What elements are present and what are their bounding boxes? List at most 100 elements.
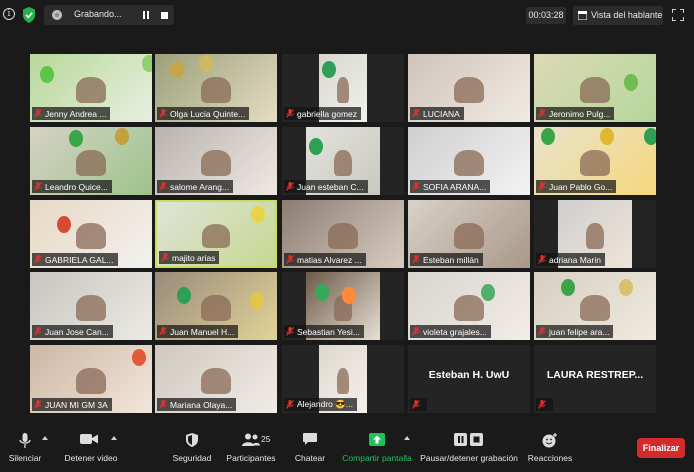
video-options-caret-icon[interactable] [111,436,117,440]
muted-microphone-icon [412,327,420,336]
participant-name-tag: majito arias [159,251,220,264]
participant-name: Olga Lucia Quinte... [170,108,246,119]
participant-tile[interactable]: Mariana Olaya... [155,345,277,413]
balloon-decoration [198,55,213,73]
participant-tile[interactable]: adriana Marin [534,200,656,268]
participant-silhouette [201,77,231,103]
chat-bubble-icon [303,433,317,445]
stop-recording-icon[interactable] [161,12,168,19]
participant-name-tag: LUCIANA [410,107,464,120]
muted-microphone-icon [538,255,546,264]
end-meeting-button[interactable]: Finalizar [637,438,685,458]
balloon-decoration [599,128,614,146]
participant-tile[interactable]: Juan esteban C... [282,127,404,195]
participant-name-tag [536,398,553,411]
participant-tile[interactable]: Esteban H. UwU [408,345,530,413]
participant-tile[interactable]: Esteban millán [408,200,530,268]
muted-microphone-icon [412,255,420,264]
balloon-decoration [624,74,639,92]
participant-tile[interactable]: LAURA RESTREP... [534,345,656,413]
participant-tile[interactable]: gabriella gomez [282,54,404,122]
participant-name: Juan Pablo Go... [549,181,613,192]
participant-display-name: Esteban H. UwU [428,369,510,381]
participant-tile[interactable]: GABRIELA GAL... [30,200,152,268]
top-bar: i Grabando... 00:03:28 Vista del hablant… [0,0,694,30]
participant-name-tag: Esteban millán [410,253,483,266]
security-button[interactable]: Seguridad [168,428,216,472]
participant-silhouette [580,77,610,103]
participant-name: adriana Marin [549,254,601,265]
recording-controls-icon [454,433,483,446]
participant-tile[interactable]: matias Alvarez ... [282,200,404,268]
participant-silhouette [454,150,484,176]
participant-tile[interactable]: JUAN MI GM 3A [30,345,152,413]
muted-microphone-icon [159,109,167,118]
stop-video-button[interactable]: Detener video [58,428,124,472]
balloon-decoration [69,129,84,147]
participant-tile[interactable]: salome Arang... [155,127,277,195]
participant-silhouette [76,223,106,249]
participant-tile[interactable]: Leandro Quice... [30,127,152,195]
participant-name: Mariana Olaya... [170,399,233,410]
muted-microphone-icon [286,255,294,264]
participant-tile[interactable]: Jeronimo Pulg... [534,54,656,122]
participant-tile[interactable]: violeta grajales... [408,272,530,340]
muted-microphone-icon [159,327,167,336]
share-screen-button[interactable]: Compartir pantalla [340,428,414,472]
participants-count: 25 [261,434,271,444]
balloon-decoration [481,284,496,302]
mute-button[interactable]: Silenciar [0,428,50,472]
muted-microphone-icon [286,182,294,191]
share-screen-label: Compartir pantalla [342,453,412,463]
participant-tile[interactable]: Juan Manuel H... [155,272,277,340]
info-icon[interactable]: i [3,8,15,20]
share-options-caret-icon[interactable] [404,436,410,440]
reactions-button[interactable]: Reacciones [526,428,574,472]
recording-label: Grabando... [74,9,122,19]
participant-silhouette [201,150,231,176]
grid-view-icon [578,11,587,20]
participant-tile[interactable]: Juan Jose Can... [30,272,152,340]
muted-microphone-icon [34,400,42,409]
participant-name: Leandro Quice... [45,181,108,192]
participant-silhouette [454,77,484,103]
balloon-decoration [115,128,130,146]
participant-name-tag: Sebastian Yesi... [284,325,364,338]
microphone-icon [19,433,31,448]
participant-tile[interactable]: Juan Pablo Go... [534,127,656,195]
participant-tile[interactable]: Jenny Andrea ... [30,54,152,122]
muted-microphone-icon [538,182,546,191]
audio-options-caret-icon[interactable] [42,436,48,440]
participant-name-tag: Jeronimo Pulg... [536,107,615,120]
participant-silhouette [328,223,358,249]
participant-tile[interactable]: juan felipe ara... [534,272,656,340]
participant-name-tag [410,398,427,411]
participant-name-tag: Juan esteban C... [284,180,368,193]
participant-tile[interactable]: Olga Lucia Quinte... [155,54,277,122]
participant-tile[interactable]: SOFIA ARANA... [408,127,530,195]
participants-button[interactable]: 25 Participantes [222,428,280,472]
participant-tile[interactable]: Sebastian Yesi... [282,272,404,340]
chat-button[interactable]: Chatear [290,428,330,472]
participant-tile[interactable]: Alejandro 😎... [282,345,404,413]
fullscreen-icon[interactable] [672,9,684,21]
pause-stop-recording-button[interactable]: Pausar/detener grabación [418,428,520,472]
balloon-decoration [251,205,266,223]
participant-name: Juan esteban C... [297,181,364,192]
speaker-view-button[interactable]: Vista del hablante [573,6,663,25]
participant-name-tag: SOFIA ARANA... [410,180,491,193]
participant-silhouette [201,223,231,249]
participant-name: Jenny Andrea ... [45,108,107,119]
participant-tile[interactable]: majito arias [155,200,277,268]
participant-name: Juan Jose Can... [45,326,109,337]
participant-name-tag: Alejandro 😎... [284,398,357,411]
participant-name: gabriella gomez [297,108,358,119]
pause-recording-icon[interactable] [142,11,150,19]
security-label: Seguridad [172,453,212,463]
participant-silhouette [586,223,604,249]
participant-tile[interactable]: LUCIANA [408,54,530,122]
shield-check-icon[interactable] [22,7,36,23]
participant-name: Esteban millán [423,254,479,265]
video-camera-icon [80,434,98,444]
balloon-decoration [309,137,324,155]
